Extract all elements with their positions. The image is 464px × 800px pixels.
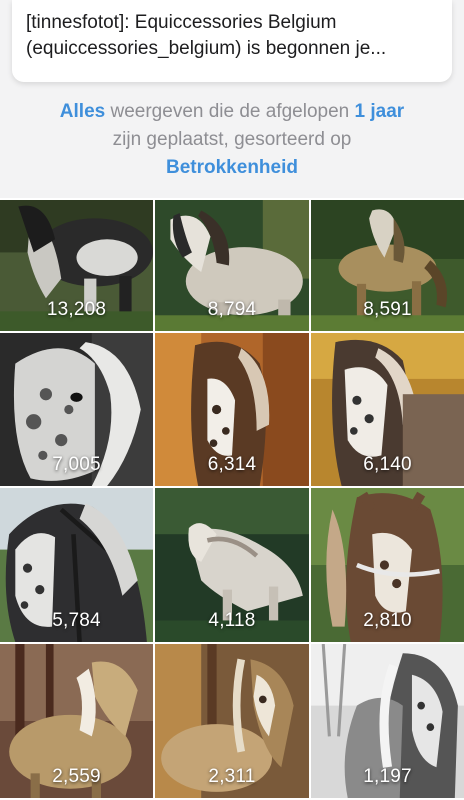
photo-count: 5,784 [52,610,101,631]
photo-tile[interactable]: 2,810 [311,488,464,644]
photo-tile[interactable]: 2,311 [155,644,311,800]
notification-line-1: [tinnesfotot]: Equiccessories Belgium [26,12,337,33]
sort-link[interactable]: Betrokkenheid [166,157,298,178]
notification-line-2: (equiccessories_belgium) is begonnen je.… [26,38,387,59]
photo-count: 4,118 [208,610,256,631]
photo-count: 8,591 [363,299,412,320]
photo-count: 6,140 [363,454,412,475]
period-link[interactable]: 1 jaar [355,101,405,122]
push-notification[interactable]: [tinnesfotot]: Equiccessories Belgium (e… [12,0,452,82]
photo-count: 2,810 [363,610,412,631]
photo-tile[interactable]: 4,118 [155,488,311,644]
photo-count: 1,197 [363,766,412,787]
photo-count: 13,208 [46,299,107,320]
photo-tile[interactable]: 6,314 [155,333,311,488]
photo-count: 2,559 [52,766,101,787]
photo-tile[interactable]: 8,591 [311,200,464,333]
photo-tile[interactable]: 1,197 [311,644,464,800]
photo-tile[interactable]: 5,784 [0,488,155,644]
header-area: [tinnesfotot]: Equiccessories Belgium (e… [0,0,464,198]
photo-tile[interactable]: 6,140 [311,333,464,488]
photo-tile[interactable]: 8,794 [155,200,311,333]
photo-grid: 13,208 8,794 8,591 7,005 6,314 6,140 5,7… [0,200,464,800]
filter-text-2: zijn geplaatst, gesorteerd op [112,129,352,150]
filter-text-1: weergeven die de afgelopen [105,101,355,122]
photo-count: 2,311 [208,766,256,787]
photo-tile[interactable]: 7,005 [0,333,155,488]
photo-count: 6,314 [207,454,257,475]
photo-count: 8,794 [207,299,257,320]
notification-message: [tinnesfotot]: Equiccessories Belgium (e… [26,10,438,62]
photo-tile[interactable]: 2,559 [0,644,155,800]
photo-tile[interactable]: 13,208 [0,200,155,333]
all-link[interactable]: Alles [60,101,105,122]
filter-description: Alles weergeven die de afgelopen 1 jaar … [0,98,464,182]
photo-count: 7,005 [52,454,101,475]
